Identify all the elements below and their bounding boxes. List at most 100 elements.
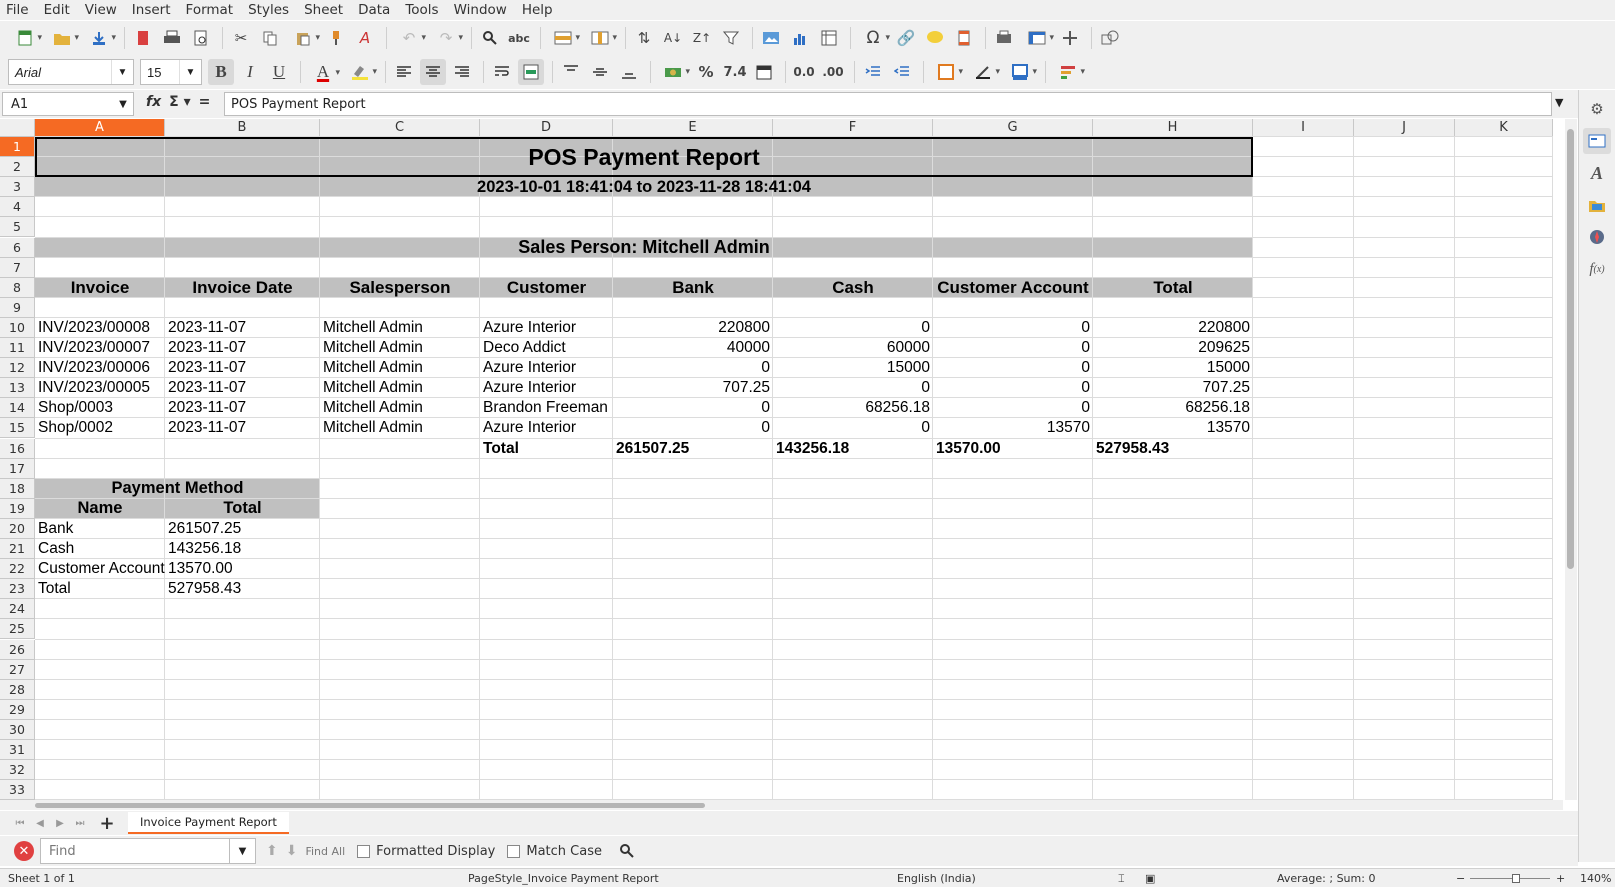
row-header[interactable]: 18 [0, 478, 35, 499]
cut-icon[interactable]: ✂ [228, 25, 254, 51]
totals-bank[interactable]: 261507.25 [613, 439, 773, 459]
row-icon[interactable] [546, 25, 580, 51]
column-header[interactable]: E [613, 119, 773, 137]
row-header[interactable]: 30 [0, 719, 35, 740]
table-cell[interactable]: Mitchell Admin [320, 358, 480, 378]
table-cell[interactable]: 0 [933, 318, 1093, 338]
sheet-tab[interactable]: Invoice Payment Report [128, 812, 289, 834]
horizontal-scrollbar[interactable] [0, 800, 1563, 810]
hyperlink-icon[interactable]: 🔗 [893, 25, 919, 51]
currency-format-icon[interactable] [656, 59, 690, 85]
menu-format[interactable]: Format [186, 2, 234, 18]
spelling-icon[interactable]: abc [506, 25, 532, 51]
table-cell[interactable]: Azure Interior [480, 318, 613, 338]
table-cell[interactable]: Azure Interior [480, 358, 613, 378]
table-cell[interactable]: INV/2023/00008 [35, 318, 165, 338]
table-cell[interactable]: INV/2023/00006 [35, 358, 165, 378]
clone-formatting-icon[interactable] [323, 25, 349, 51]
column-header[interactable]: A [35, 119, 165, 137]
row-header[interactable]: 12 [0, 358, 35, 379]
row-header[interactable]: 25 [0, 619, 35, 640]
table-cell[interactable]: 40000 [613, 338, 773, 358]
table-cell[interactable]: 0 [613, 418, 773, 438]
highlighting-color-icon[interactable] [343, 59, 377, 85]
previous-sheet-icon[interactable]: ◀ [30, 818, 50, 829]
find-replace-icon[interactable] [614, 838, 640, 864]
row-header[interactable]: 29 [0, 699, 35, 720]
totals-total[interactable]: 527958.43 [1093, 439, 1253, 459]
table-cell[interactable]: 13570 [933, 418, 1093, 438]
sidebar-settings-icon[interactable]: ⚙ [1583, 96, 1611, 122]
checkbox[interactable] [357, 844, 371, 858]
match-case-checkbox[interactable]: Match Case [507, 844, 602, 859]
formula-icon[interactable]: = [199, 94, 211, 110]
column-title[interactable]: Cash [773, 278, 933, 298]
expand-formula-bar-icon[interactable]: ▼ [1555, 96, 1563, 109]
menu-file[interactable]: File [6, 2, 29, 18]
row-header[interactable]: 31 [0, 740, 35, 761]
row-header[interactable]: 16 [0, 438, 35, 459]
sum-icon[interactable]: Σ ▾ [169, 94, 190, 110]
chevron-down-icon[interactable]: ▼ [230, 838, 256, 864]
new-document-icon[interactable] [8, 25, 42, 51]
table-cell[interactable]: Deco Addict [480, 338, 613, 358]
table-cell[interactable]: Azure Interior [480, 418, 613, 438]
table-cell[interactable]: 15000 [1093, 358, 1253, 378]
payment-method-title[interactable]: Payment Method [35, 479, 320, 499]
row-header[interactable]: 2 [0, 157, 35, 178]
row-header[interactable]: 9 [0, 297, 35, 318]
column-title[interactable]: Customer Account [933, 278, 1093, 298]
print-preview-icon[interactable] [188, 25, 214, 51]
payment-method-name-header[interactable]: Name [35, 499, 165, 519]
find-input[interactable]: Find [40, 838, 230, 864]
menu-edit[interactable]: Edit [44, 2, 70, 18]
row-header[interactable]: 6 [0, 237, 35, 258]
column-title[interactable]: Bank [613, 278, 773, 298]
row-header[interactable]: 5 [0, 217, 35, 238]
properties-icon[interactable] [1583, 128, 1611, 154]
table-cell[interactable]: INV/2023/00007 [35, 338, 165, 358]
add-decimal-icon[interactable]: 0.0 [791, 59, 817, 85]
scroll-thumb[interactable] [1567, 129, 1574, 569]
increase-indent-icon[interactable] [860, 59, 886, 85]
table-cell[interactable]: Shop/0002 [35, 418, 165, 438]
split-window-icon[interactable] [1057, 25, 1083, 51]
menu-sheet[interactable]: Sheet [304, 2, 343, 18]
column-title[interactable]: Invoice Date [165, 278, 320, 298]
special-character-icon[interactable]: Ω [856, 25, 891, 51]
column-title[interactable]: Invoice [35, 278, 165, 298]
totals-cash[interactable]: 143256.18 [773, 439, 933, 459]
print-area-icon[interactable] [991, 25, 1017, 51]
column-header[interactable]: G [933, 119, 1093, 137]
table-cell[interactable]: Mitchell Admin [320, 338, 480, 358]
menu-view[interactable]: View [85, 2, 117, 18]
underline-icon[interactable]: U [266, 59, 292, 85]
column-header[interactable]: F [773, 119, 933, 137]
row-header[interactable]: 19 [0, 498, 35, 519]
column-header[interactable]: H [1093, 119, 1253, 137]
table-cell[interactable]: Brandon Freeman [480, 398, 613, 418]
row-header[interactable]: 10 [0, 317, 35, 338]
wrap-text-icon[interactable] [489, 59, 515, 85]
row-header[interactable]: 17 [0, 458, 35, 479]
payment-method-total[interactable]: 261507.25 [165, 519, 320, 539]
table-cell[interactable]: 0 [613, 358, 773, 378]
table-cell[interactable]: Azure Interior [480, 378, 613, 398]
show-draw-functions-icon[interactable] [1097, 25, 1123, 51]
align-bottom-icon[interactable] [616, 59, 642, 85]
font-name-box[interactable]: Arial ▼ [8, 59, 134, 85]
payment-method-total[interactable]: 143256.18 [165, 539, 320, 559]
copy-icon[interactable] [257, 25, 283, 51]
find-next-icon[interactable]: ⬇ [286, 843, 298, 859]
selection-mode-icon[interactable]: ⌶ [1118, 872, 1125, 886]
date-format-icon[interactable] [751, 59, 777, 85]
column-header[interactable]: C [320, 119, 480, 137]
row-header[interactable]: 22 [0, 559, 35, 580]
zoom-slider[interactable] [1470, 878, 1550, 879]
conditional-format-icon[interactable] [1051, 59, 1085, 85]
print-icon[interactable] [159, 25, 185, 51]
open-folder-icon[interactable] [45, 25, 79, 51]
table-cell[interactable]: 0 [933, 378, 1093, 398]
table-cell[interactable]: 220800 [613, 318, 773, 338]
payment-method-total[interactable]: 527958.43 [165, 579, 320, 599]
